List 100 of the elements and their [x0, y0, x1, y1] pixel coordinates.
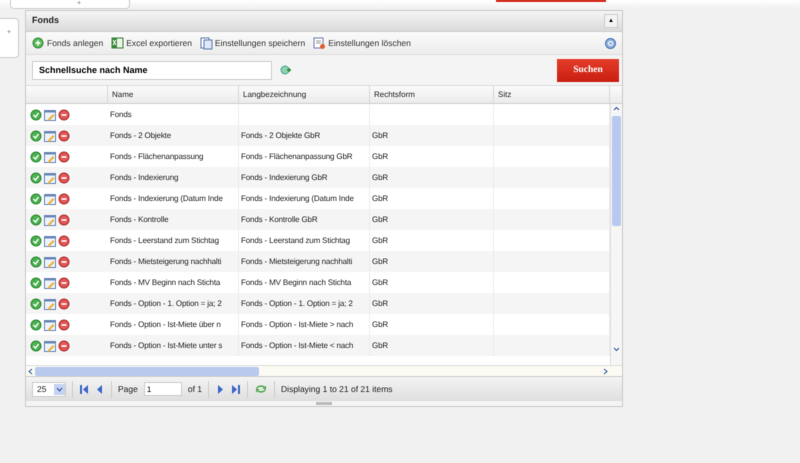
- page-field[interactable]: 1: [144, 382, 182, 396]
- column-header[interactable]: Name: [108, 86, 239, 104]
- table-cell: Fonds - Option - 1. Option = ja; 2: [110, 299, 222, 308]
- edit-icon[interactable]: [44, 318, 56, 330]
- page-count: of 1: [188, 382, 202, 396]
- approve-icon[interactable]: [30, 256, 42, 268]
- edit-icon[interactable]: [44, 234, 56, 246]
- approve-icon[interactable]: [30, 298, 42, 310]
- document-icon: [200, 36, 213, 50]
- table-cell: GbR: [372, 257, 388, 266]
- approve-icon[interactable]: [30, 192, 42, 204]
- table-cell: Fonds - Indexierung (Datum Inde: [110, 194, 223, 203]
- column-header[interactable]: Rechtsform: [370, 86, 494, 104]
- table-cell: Fonds - Kontrolle: [110, 215, 168, 224]
- remove-icon[interactable]: [58, 172, 70, 184]
- column-header[interactable]: Sitz: [494, 86, 610, 104]
- edit-icon[interactable]: [44, 214, 56, 226]
- search-field[interactable]: Schnellsuche nach Name: [32, 60, 272, 80]
- page-size-select[interactable]: 25: [32, 382, 66, 396]
- remove-icon[interactable]: [58, 150, 70, 162]
- remove-icon[interactable]: [58, 108, 70, 120]
- remove-icon[interactable]: [58, 130, 70, 142]
- approve-icon[interactable]: [30, 150, 42, 162]
- table-cell: GbR: [372, 152, 388, 161]
- remove-icon[interactable]: [58, 214, 70, 226]
- toolbar-button[interactable]: Einstellungen löschen: [313, 36, 411, 50]
- table-cell: Fonds - Kontrolle GbR: [241, 215, 318, 224]
- remove-icon[interactable]: [58, 318, 70, 330]
- table-cell: Fonds: [110, 110, 132, 119]
- table-cell: Fonds - Flächenanpassung GbR: [241, 152, 352, 161]
- spreadsheet-icon: [111, 36, 124, 50]
- table-cell: GbR: [372, 194, 388, 203]
- edit-icon[interactable]: [44, 298, 56, 310]
- last-page-button[interactable]: [231, 384, 242, 394]
- approve-icon[interactable]: [30, 340, 42, 352]
- table-cell: GbR: [372, 236, 388, 245]
- approve-icon[interactable]: [30, 130, 42, 142]
- table-cell: Fonds - Mietsteigerung nachhalti: [110, 257, 222, 266]
- table-cell: Fonds - Option - Ist-Miete < nach: [241, 341, 354, 350]
- edit-icon[interactable]: [44, 340, 56, 352]
- approve-icon[interactable]: [30, 108, 42, 120]
- approve-icon[interactable]: [30, 276, 42, 288]
- add-icon: [32, 36, 45, 50]
- remove-icon[interactable]: [58, 256, 70, 268]
- table-cell: Fonds - 2 Objekte: [110, 131, 172, 140]
- page-label: Page: [118, 382, 138, 396]
- table-cell: GbR: [372, 320, 388, 329]
- next-page-button[interactable]: [215, 384, 226, 394]
- table-cell: Fonds - Option - Ist-Miete > nach: [241, 320, 354, 329]
- help-icon[interactable]: [605, 38, 616, 48]
- resize-handle[interactable]: [316, 402, 332, 405]
- document-delete-icon: [313, 36, 326, 50]
- table-cell: GbR: [372, 173, 388, 182]
- approve-icon[interactable]: [30, 318, 42, 330]
- remove-icon[interactable]: [58, 234, 70, 246]
- table-cell: Fonds - 2 Objekte GbR: [241, 131, 320, 140]
- toolbar-button[interactable]: Fonds anlegen: [32, 36, 104, 50]
- table-cell: Fonds - Leerstand zum Stichtag: [241, 236, 350, 245]
- table-cell: Fonds - Option - 1. Option = ja; 2: [241, 299, 353, 308]
- table-cell: Fonds - Mietsteigerung nachhalti: [241, 257, 352, 266]
- table-cell: Fonds - Leerstand zum Stichtag: [110, 236, 219, 245]
- column-header[interactable]: Langbezeichnung: [239, 86, 370, 104]
- edit-icon[interactable]: [44, 130, 56, 142]
- panel-title: Fonds: [32, 14, 59, 28]
- table-cell: GbR: [372, 131, 388, 140]
- edit-icon[interactable]: [44, 172, 56, 184]
- table-cell: GbR: [372, 278, 388, 287]
- table-cell: Fonds - MV Beginn nach Stichta: [241, 278, 352, 287]
- remove-icon[interactable]: [58, 340, 70, 352]
- table-cell: GbR: [372, 215, 388, 224]
- refresh-button[interactable]: [254, 383, 268, 395]
- search-add-icon[interactable]: [280, 64, 292, 76]
- edit-icon[interactable]: [44, 256, 56, 268]
- table-cell: Fonds - Indexierung (Datum Inde: [241, 194, 354, 203]
- horizontal-scrollbar[interactable]: [26, 365, 622, 376]
- first-page-button[interactable]: [79, 384, 89, 394]
- table-cell: Fonds - Flächenanpassung: [110, 152, 204, 161]
- toolbar-button[interactable]: Einstellungen speichern: [200, 36, 306, 50]
- table-cell: Fonds - MV Beginn nach Stichta: [110, 278, 220, 287]
- approve-icon[interactable]: [30, 234, 42, 246]
- edit-icon[interactable]: [44, 150, 56, 162]
- paging-info: Displaying 1 to 21 of 21 items: [281, 382, 393, 396]
- table-cell: GbR: [372, 341, 388, 350]
- table-cell: Fonds - Option - Ist-Miete unter s: [110, 341, 222, 350]
- toolbar-button[interactable]: Excel exportieren: [111, 36, 192, 50]
- dropdown-icon: [54, 384, 65, 394]
- table-cell: Fonds - Indexierung: [110, 173, 178, 182]
- remove-icon[interactable]: [58, 298, 70, 310]
- search-button[interactable]: Suchen: [557, 58, 619, 82]
- edit-icon[interactable]: [44, 276, 56, 288]
- approve-icon[interactable]: [30, 172, 42, 184]
- table-cell: Fonds - Indexierung GbR: [241, 173, 328, 182]
- remove-icon[interactable]: [58, 192, 70, 204]
- approve-icon[interactable]: [30, 214, 42, 226]
- edit-icon[interactable]: [44, 108, 56, 120]
- remove-icon[interactable]: [58, 276, 70, 288]
- vertical-scrollbar[interactable]: [610, 104, 622, 365]
- edit-icon[interactable]: [44, 192, 56, 204]
- previous-page-button[interactable]: [95, 384, 105, 394]
- table-cell: Fonds - Option - Ist-Miete über n: [110, 320, 221, 329]
